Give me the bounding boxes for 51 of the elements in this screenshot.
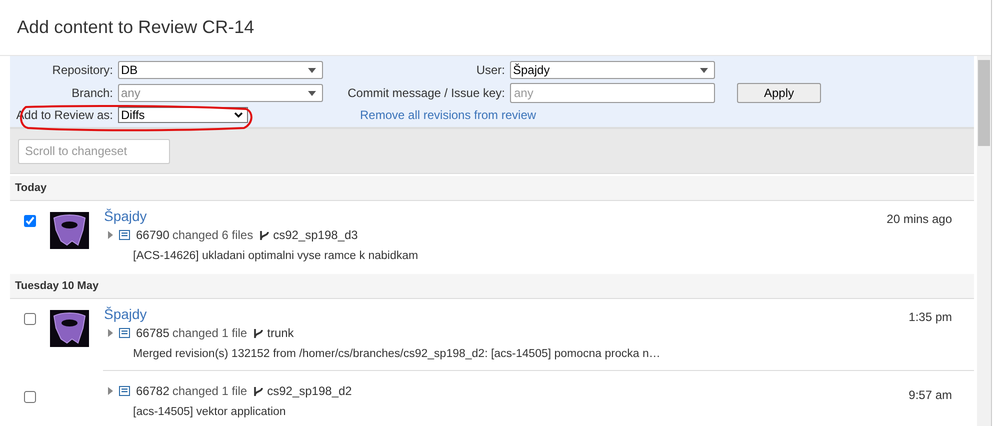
dialog-title: Add content to Review CR-14 xyxy=(17,17,254,38)
branch-icon xyxy=(253,328,264,338)
select-checkbox[interactable] xyxy=(24,391,36,403)
repository-select[interactable]: DB xyxy=(118,61,323,79)
commit-message: Merged revision(s) 132152 from /homer/cs/branches/cs92_sp198_d2: [acs-14505] pomocna procka n… xyxy=(133,348,662,360)
files-changed-text: changed 6 files xyxy=(172,228,254,242)
dropdown-icon xyxy=(308,68,316,72)
timestamp: 1:35 pm xyxy=(908,310,952,324)
avatar-icon xyxy=(50,212,89,249)
field-label: Branch: xyxy=(70,86,113,100)
expand-arrow-icon[interactable] xyxy=(108,329,113,337)
expand-arrow-icon[interactable] xyxy=(108,387,113,395)
commit-input-field[interactable]: any xyxy=(510,83,715,103)
remove-revisions-link[interactable]: Remove all revisions from review xyxy=(360,108,715,122)
commit-message: [acs-14505] vektor application xyxy=(133,406,287,418)
branch-icon xyxy=(259,230,270,240)
revision-number: 66790 xyxy=(136,228,170,242)
field-label: User: xyxy=(475,63,505,77)
author-link[interactable]: Špajdy xyxy=(104,306,147,322)
field-label: Commit message / Issue key: xyxy=(346,86,505,100)
user-select[interactable]: Špajdy xyxy=(510,61,715,79)
changeset-icon xyxy=(119,386,130,396)
branch-name: cs92_sp198_d3 xyxy=(273,228,358,242)
dropdown-icon xyxy=(308,90,316,96)
date-label: Tuesday 10 May xyxy=(15,280,99,292)
branch-icon xyxy=(253,386,264,396)
files-changed-text: changed 1 file xyxy=(172,384,248,398)
apply-button[interactable]: Apply xyxy=(737,83,821,103)
branch-name: trunk xyxy=(267,326,294,340)
avatar-icon xyxy=(50,310,89,347)
changeset-icon xyxy=(119,230,130,240)
chevron-icon xyxy=(234,112,243,118)
branch-name: cs92_sp198_d2 xyxy=(267,384,352,398)
dropdown-icon xyxy=(700,68,708,72)
timestamp: 20 mins ago xyxy=(886,212,952,226)
field-label: Repository: xyxy=(51,63,113,77)
add-as-select[interactable]: Diffs xyxy=(118,107,248,123)
branch-select[interactable]: any xyxy=(118,84,323,102)
revision-number: 66785 xyxy=(136,326,170,340)
scroll-to-changeset-field[interactable]: Scroll to changeset xyxy=(18,138,170,164)
timestamp: 9:57 am xyxy=(908,388,952,402)
commit-message: [ACS-14626] ukladani optimalni vyse ramce k nabidkam xyxy=(133,250,420,262)
expand-arrow-icon[interactable] xyxy=(108,231,113,239)
revision-number: 66782 xyxy=(136,384,170,398)
changeset-icon xyxy=(119,328,130,338)
scrollbar[interactable] xyxy=(977,56,991,426)
select-checkbox[interactable] xyxy=(24,313,36,325)
select-checkbox[interactable] xyxy=(24,215,36,227)
date-label: Today xyxy=(15,182,47,194)
files-changed-text: changed 1 file xyxy=(172,326,248,340)
author-link[interactable]: Špajdy xyxy=(104,208,147,224)
